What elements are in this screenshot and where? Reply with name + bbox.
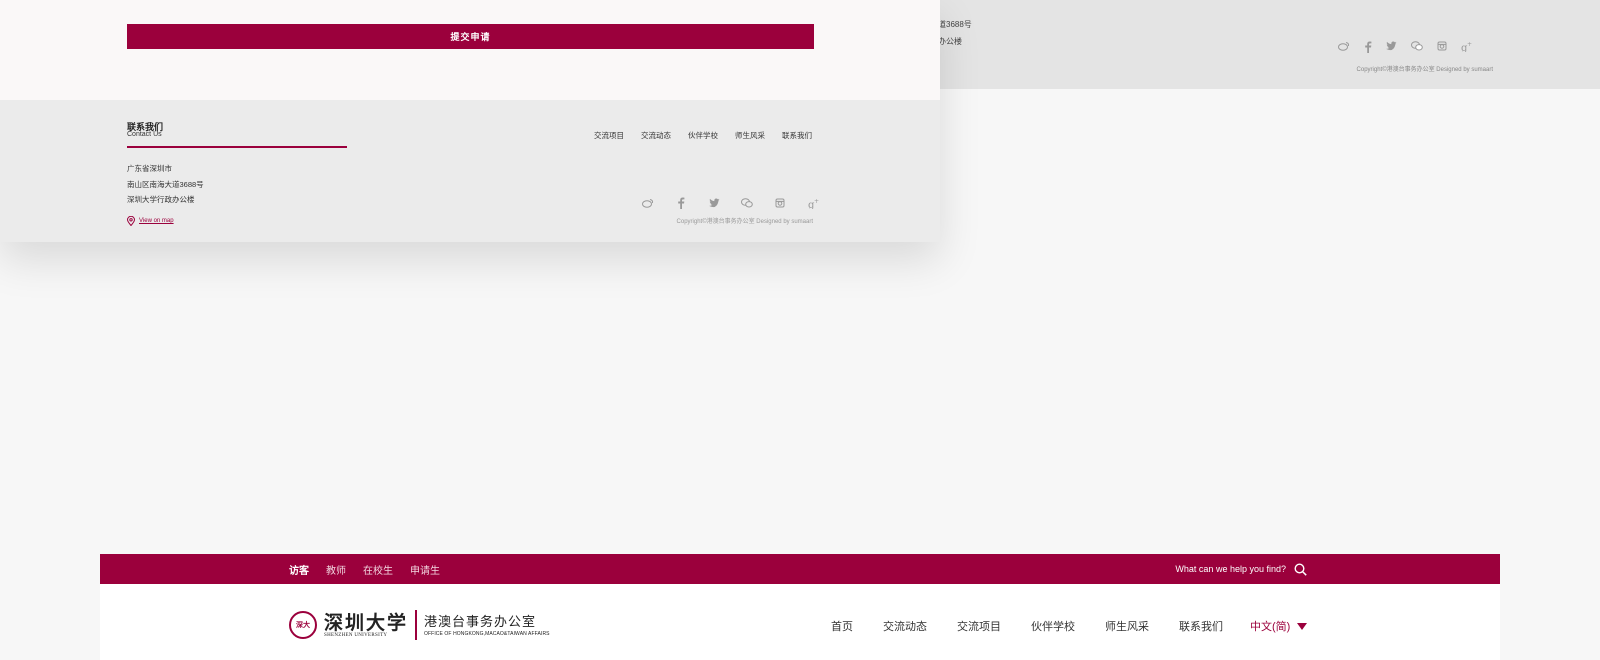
nav-partner-schools[interactable]: 伙伴学校: [1031, 618, 1075, 634]
copyright: Copyright©港澳台事务办公室 Designed by sumaart: [676, 219, 813, 225]
instagram-icon[interactable]: [772, 196, 788, 210]
search-icon[interactable]: [1294, 562, 1307, 576]
contact-subtitle: Contact Us: [127, 131, 162, 138]
tab-students[interactable]: 在校生: [363, 562, 393, 577]
site-footer: 联系我们 Contact Us 广东省深圳市 南山区南海大道3688号 深圳大学…: [0, 100, 940, 242]
instagram-icon[interactable]: [1437, 41, 1447, 51]
tab-applicants[interactable]: 申请生: [410, 562, 440, 577]
nav-contact[interactable]: 联系我们: [1179, 618, 1223, 634]
wechat-icon[interactable]: [1411, 41, 1423, 51]
address-line: 广东省深圳市: [127, 164, 172, 173]
copyright: Copyright©港澳台事务办公室 Designed by sumaart: [1356, 67, 1493, 73]
view-on-map-link[interactable]: View on map: [127, 216, 174, 226]
footer-nav: 交流项目 交流动态 伙伴学校 师生风采 联系我们: [594, 130, 812, 141]
main-nav: 首页 交流动态 交流项目 伙伴学校 师生风采 联系我们 中文(简): [831, 618, 1308, 634]
wechat-icon[interactable]: [739, 196, 755, 210]
chevron-down-icon: [1297, 622, 1308, 630]
nav-exchange-news[interactable]: 交流动态: [883, 618, 927, 634]
form-area: 提交申请: [0, 0, 940, 100]
weibo-icon[interactable]: [1338, 41, 1350, 51]
background-footer-fragment: 市 大道3688号 政办公楼 ap g+ Copyright©港澳台事务办公室 …: [930, 0, 1600, 89]
search-placeholder: What can we help you find?: [1175, 564, 1286, 574]
language-label: 中文(简): [1250, 621, 1291, 633]
university-name: 深圳大学 SHENZHEN UNIVERSITY: [324, 613, 408, 638]
facebook-icon[interactable]: [673, 196, 689, 210]
google-plus-icon[interactable]: g +: [805, 196, 821, 210]
map-link-label: View on map: [139, 218, 174, 224]
university-name-cn: 深圳大学: [324, 611, 409, 634]
tab-visitors[interactable]: 访客: [289, 562, 309, 577]
address-line: 深圳大学行政办公楼: [127, 195, 195, 204]
office-name: 港澳台事务办公室 OFFICE OF HONGKONG,MACAO&TAIWAN…: [424, 613, 550, 637]
university-seal: 深大: [289, 611, 317, 639]
social-links: g +: [1338, 41, 1472, 53]
twitter-icon[interactable]: [706, 196, 722, 210]
audience-tabs: 访客 教师 在校生 申请生: [289, 554, 440, 584]
footer-nav-contact[interactable]: 联系我们: [782, 130, 812, 141]
footer-panel: 提交申请 联系我们 Contact Us 广东省深圳市 南山区南海大道3688号…: [0, 0, 940, 242]
social-links: g +: [640, 196, 821, 210]
nav-home[interactable]: 首页: [831, 618, 853, 634]
logo-divider: [415, 610, 418, 640]
footer-nav-partner-schools[interactable]: 伙伴学校: [688, 130, 718, 141]
language-selector[interactable]: 中文(简): [1250, 618, 1308, 634]
office-name-cn: 港澳台事务办公室: [424, 614, 537, 629]
search-box[interactable]: What can we help you find?: [1175, 554, 1307, 584]
footer-nav-exchange-news[interactable]: 交流动态: [641, 130, 671, 141]
submit-application-button[interactable]: 提交申请: [127, 24, 814, 49]
google-plus-icon[interactable]: g +: [1461, 41, 1472, 52]
nav-exchange-programs[interactable]: 交流项目: [957, 618, 1001, 634]
footer-nav-campus-life[interactable]: 师生风采: [735, 130, 765, 141]
address-line: 南山区南海大道3688号: [127, 180, 204, 189]
footer-nav-exchange-programs[interactable]: 交流项目: [594, 130, 624, 141]
nav-campus-life[interactable]: 师生风采: [1105, 618, 1149, 634]
contact-underline: [127, 146, 347, 148]
university-name-en: SHENZHEN UNIVERSITY: [324, 632, 388, 638]
site-logo[interactable]: 深大 深圳大学 SHENZHEN UNIVERSITY 港澳台事务办公室 OFF…: [289, 610, 550, 640]
office-name-en: OFFICE OF HONGKONG,MACAO&TAIWAN AFFAIRS: [424, 631, 550, 637]
facebook-icon[interactable]: [1364, 41, 1372, 53]
main-header: 深大 深圳大学 SHENZHEN UNIVERSITY 港澳台事务办公室 OFF…: [100, 584, 1500, 660]
weibo-icon[interactable]: [640, 196, 656, 210]
svg-text:+: +: [814, 198, 819, 205]
svg-text:+: +: [1467, 41, 1472, 48]
map-pin-icon: [127, 216, 135, 226]
tab-faculty[interactable]: 教师: [326, 562, 346, 577]
audience-bar: 访客 教师 在校生 申请生 What can we help you find?: [100, 554, 1500, 584]
twitter-icon[interactable]: [1386, 41, 1397, 51]
